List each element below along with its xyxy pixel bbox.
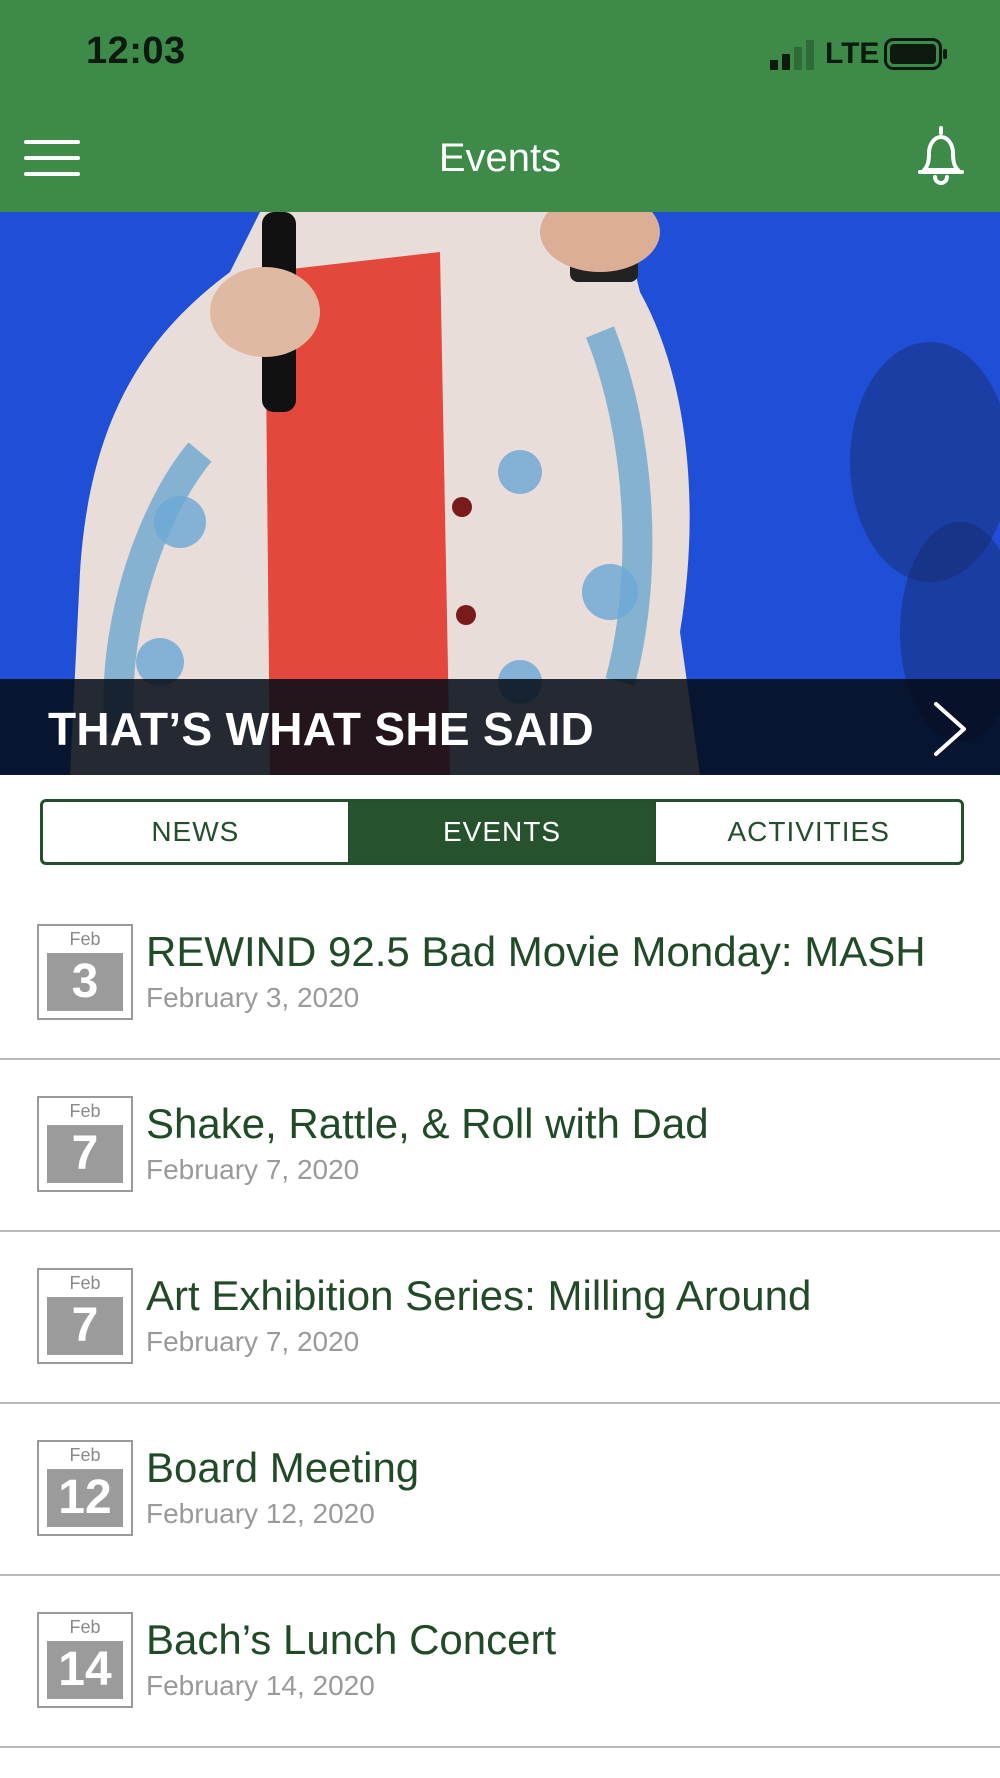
event-date: February 7, 2020 xyxy=(146,1326,360,1357)
tab-news[interactable]: NEWS xyxy=(43,802,348,862)
category-tabs: NEWS EVENTS ACTIVITIES xyxy=(40,799,964,865)
tab-events[interactable]: EVENTS xyxy=(347,802,655,862)
event-list: Feb 3 REWIND 92.5 Bad Movie Monday: MASH… xyxy=(0,888,1000,1748)
list-item[interactable]: Feb 3 REWIND 92.5 Bad Movie Monday: MASH… xyxy=(0,888,1000,1060)
calendar-month: Feb xyxy=(69,1617,101,1637)
calendar-day: 7 xyxy=(47,1125,123,1183)
page-title: Events xyxy=(438,136,562,180)
tab-activities[interactable]: ACTIVITIES xyxy=(654,802,961,862)
calendar-month: Feb xyxy=(69,929,101,949)
hero-title: THAT’S WHAT SHE SAID xyxy=(48,703,595,755)
calendar-day: 14 xyxy=(47,1641,123,1699)
event-title: REWIND 92.5 Bad Movie Monday: MASH xyxy=(146,928,926,975)
event-title: Art Exhibition Series: Milling Around xyxy=(146,1272,812,1319)
calendar-date-icon: Feb 7 xyxy=(37,1096,133,1192)
calendar-date-icon: Feb 7 xyxy=(37,1268,133,1364)
event-date: February 3, 2020 xyxy=(146,982,360,1013)
event-title: Bach’s Lunch Concert xyxy=(146,1616,557,1663)
event-date: February 7, 2020 xyxy=(146,1154,360,1185)
event-title: Board Meeting xyxy=(146,1444,420,1491)
network-type: LTE xyxy=(825,37,880,70)
event-title: Shake, Rattle, & Roll with Dad xyxy=(146,1100,709,1147)
calendar-month: Feb xyxy=(69,1445,101,1465)
calendar-date-icon: Feb 3 xyxy=(37,924,133,1020)
list-item[interactable]: Feb 7 Shake, Rattle, & Roll with Dad Feb… xyxy=(0,1060,1000,1232)
event-date: February 14, 2020 xyxy=(146,1670,375,1701)
status-time: 12:03 xyxy=(86,30,186,72)
event-date: February 12, 2020 xyxy=(146,1498,375,1529)
calendar-day: 3 xyxy=(47,953,123,1011)
calendar-day: 12 xyxy=(47,1469,123,1527)
list-item[interactable]: Feb 14 Bach’s Lunch Concert February 14,… xyxy=(0,1576,1000,1748)
bell-icon[interactable] xyxy=(912,124,970,188)
calendar-date-icon: Feb 14 xyxy=(37,1612,133,1708)
calendar-month: Feb xyxy=(69,1101,101,1121)
calendar-month: Feb xyxy=(69,1273,101,1293)
cell-signal-icon xyxy=(770,40,814,70)
battery-icon xyxy=(884,38,947,70)
top-bar: 12:03 LTE Events xyxy=(0,0,1000,212)
hero-banner[interactable]: THAT’S WHAT SHE SAID xyxy=(0,212,1000,775)
chevron-right-icon[interactable] xyxy=(930,700,970,758)
calendar-date-icon: Feb 12 xyxy=(37,1440,133,1536)
list-item[interactable]: Feb 7 Art Exhibition Series: Milling Aro… xyxy=(0,1232,1000,1404)
list-item[interactable]: Feb 12 Board Meeting February 12, 2020 xyxy=(0,1404,1000,1576)
calendar-day: 7 xyxy=(47,1297,123,1355)
